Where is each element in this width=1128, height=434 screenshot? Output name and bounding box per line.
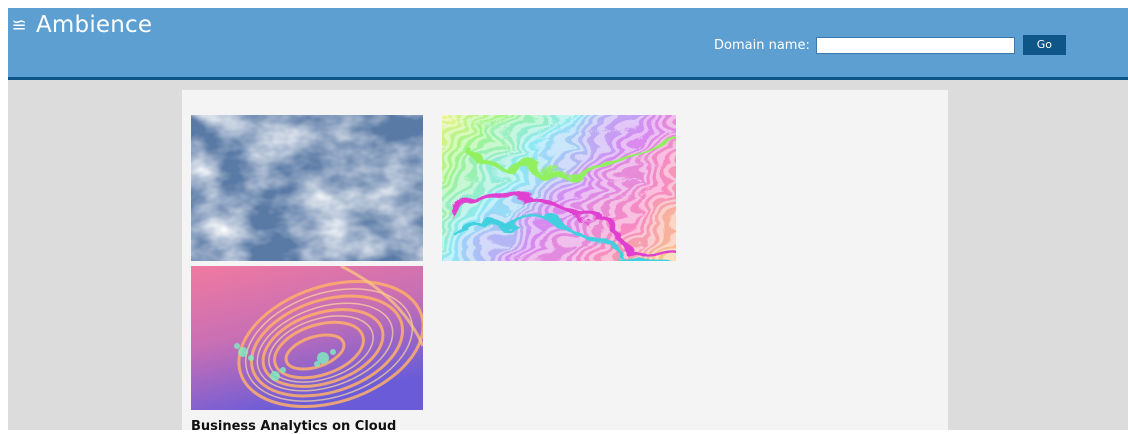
fractal-spiral-image[interactable] — [191, 266, 423, 410]
app-title: Ambience — [36, 12, 153, 38]
domain-name-input[interactable] — [815, 36, 1015, 54]
app-logo[interactable]: ≌ Ambience — [8, 10, 152, 40]
domain-name-label: Domain name: — [714, 37, 810, 53]
cloud-texture-image[interactable] — [191, 115, 423, 261]
article-title[interactable]: Business Analytics on Cloud — [191, 419, 491, 434]
top-header: ≌ Ambience Domain name: Go — [8, 8, 1128, 80]
rainbow-swirl-image[interactable] — [442, 115, 676, 261]
page-background: Business Analytics on Cloud — [8, 80, 1128, 434]
go-button[interactable]: Go — [1022, 35, 1066, 55]
menu-icon: ≌ — [11, 14, 27, 36]
content-panel: Business Analytics on Cloud — [182, 90, 948, 434]
domain-form: Domain name: Go — [714, 35, 1066, 55]
